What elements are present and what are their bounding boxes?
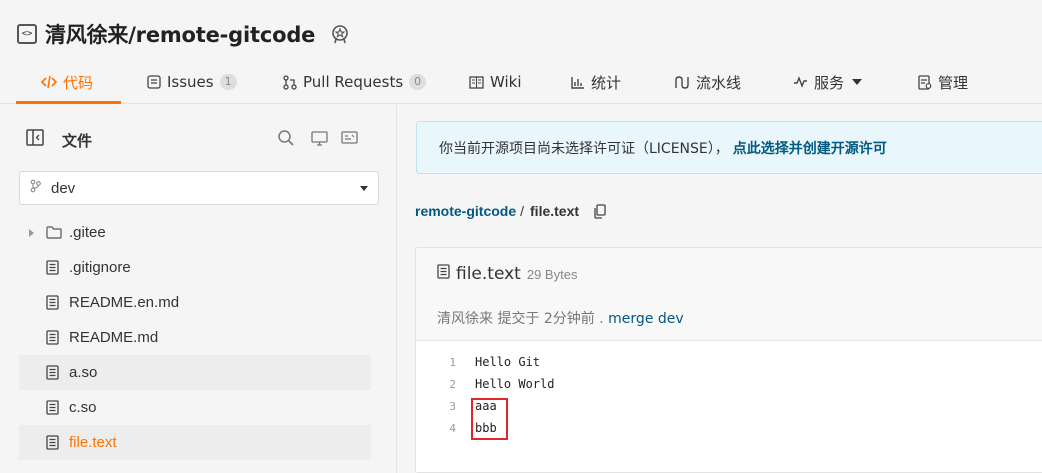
manage-icon [918,74,932,90]
commit-message-link[interactable]: merge dev [608,311,684,327]
tree-file-readme[interactable]: README.md [19,320,371,355]
tree-folder-gitee[interactable]: .gitee [19,215,371,250]
branch-name: dev [51,179,76,197]
tab-code-label: 代码 [63,73,94,92]
folder-icon [46,226,62,239]
code-icon [41,75,57,89]
tab-pipeline-label: 流水线 [696,73,742,92]
file-viewer: file.text 29 Bytes 清风徐来 提交于 2分钟前 . merge… [415,247,1042,473]
branch-selector[interactable]: dev [19,171,379,205]
commit-time: 提交于 2分钟前 . [493,311,609,327]
file-list: .gitee .gitignore README.en.md README.md… [19,215,371,460]
file-icon [46,260,59,275]
license-notice-text: 你当前开源项目尚未选择许可证（LICENSE）， [439,140,729,157]
recommended-badge-icon [329,23,351,45]
tab-issues[interactable]: Issues 1 [147,60,237,104]
copy-icon[interactable] [593,203,606,219]
file-meta: file.text 29 Bytes [437,264,577,284]
wiki-icon [469,75,484,89]
file-icon [46,330,59,345]
tab-stats[interactable]: 统计 [571,60,621,104]
pr-count-badge: 0 [409,74,427,90]
file-title: file.text [456,264,521,284]
commit-info: 清风徐来 提交于 2分钟前 . merge dev [437,308,684,328]
create-license-link[interactable]: 点此选择并创建开源许可 [733,138,887,158]
tab-pull-requests[interactable]: Pull Requests 0 [283,60,427,104]
tree-file-c-so[interactable]: c.so [19,390,371,425]
tab-pipeline[interactable]: 流水线 [674,60,741,104]
file-name: .gitee [69,224,106,241]
service-icon [793,76,808,88]
license-notice: 你当前开源项目尚未选择许可证（LICENSE）， 点此选择并创建开源许可 [416,121,1042,174]
collapse-sidebar-icon[interactable] [26,129,44,151]
repo-title-bar: <> 清风徐来/remote-gitcode [17,19,351,49]
web-ide-icon[interactable] [304,129,334,147]
repo-name-link[interactable]: 清风徐来/remote-gitcode [45,19,315,49]
file-name: README.md [69,329,159,346]
file-icon [46,400,59,415]
file-name: .gitignore [69,259,131,276]
file-name: a.so [69,364,98,381]
online-edit-icon[interactable] [334,129,364,147]
file-icon [46,365,59,380]
file-size: 29 Bytes [526,266,578,282]
tree-file-gitignore[interactable]: .gitignore [19,250,371,285]
code-view: 1 Hello Git 2 Hello World 3 aaa 4 bbb [416,351,1042,440]
file-name: c.so [69,399,97,416]
line-number[interactable]: 3 [416,400,456,413]
file-icon [46,435,59,450]
breadcrumb-separator: / [520,203,525,219]
code-repo-icon: <> [17,24,37,44]
file-name: file.text [69,434,117,451]
commit-author[interactable]: 清风徐来 [437,311,493,327]
code-line: 4 bbb [416,417,1042,439]
tab-wiki-label: Wiki [490,73,522,91]
issues-count-badge: 1 [219,74,237,90]
file-tree-tools [271,129,364,147]
file-tree-header: 文件 [26,129,92,151]
tab-code[interactable]: 代码 [16,60,121,104]
chevron-down-icon [360,186,368,191]
stats-icon [571,76,585,89]
file-name: README.en.md [69,294,180,311]
code-line: 2 Hello World [416,373,1042,395]
line-number[interactable]: 1 [416,356,456,369]
breadcrumb-repo-link[interactable]: remote-gitcode [415,203,516,219]
branch-icon [30,179,41,198]
search-icon[interactable] [271,129,301,147]
file-icon [46,295,59,310]
file-tree-title: 文件 [62,131,93,150]
tab-manage-label: 管理 [938,73,969,92]
issues-icon [147,75,161,89]
line-content: Hello Git [475,355,541,369]
chevron-down-icon [852,79,863,85]
tab-stats-label: 统计 [591,73,622,92]
tab-services[interactable]: 服务 [793,60,863,104]
tab-wiki[interactable]: Wiki [469,60,522,104]
line-number[interactable]: 4 [416,422,456,435]
tree-file-a-so[interactable]: a.so [19,355,371,390]
file-viewer-header: file.text 29 Bytes 清风徐来 提交于 2分钟前 . merge… [416,248,1042,341]
highlight-annotation-box [471,398,508,440]
tab-issues-label: Issues [167,73,214,91]
code-line: 1 Hello Git [416,351,1042,373]
file-icon [437,264,450,284]
breadcrumb: remote-gitcode / file.text [415,200,606,222]
tree-file-file-text[interactable]: file.text [19,425,371,460]
tab-pull-requests-label: Pull Requests [303,73,404,91]
breadcrumb-file: file.text [530,203,580,219]
repo-header: <> 清风徐来/remote-gitcode 代码 Issues 1 Pull … [0,0,1042,104]
line-number[interactable]: 2 [416,378,456,391]
line-content: Hello World [475,377,555,391]
tab-manage[interactable]: 管理 [918,60,968,104]
tab-services-label: 服务 [814,73,845,92]
tree-file-readme-en[interactable]: README.en.md [19,285,371,320]
code-line: 3 aaa [416,395,1042,417]
pull-request-icon [283,74,297,90]
expand-arrow-icon[interactable] [29,228,34,237]
pipeline-icon [674,75,690,90]
file-tree-sidebar: 文件 dev .gitee .gitignore README.en.md RE… [0,105,397,473]
